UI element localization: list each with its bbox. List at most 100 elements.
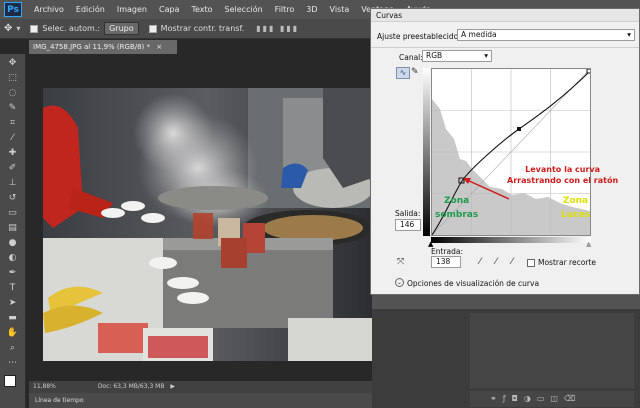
healing-icon[interactable]: ✚ [6, 147, 20, 159]
hand-icon[interactable]: ✋ [6, 327, 20, 339]
link-icon[interactable]: ⚭ [490, 394, 503, 403]
pen-icon[interactable]: ✒ [6, 267, 20, 279]
menu-imagen[interactable]: Imagen [111, 5, 153, 14]
menu-vista[interactable]: Vista [324, 5, 356, 14]
menu-filtro[interactable]: Filtro [269, 5, 301, 14]
blur-icon[interactable]: ● [6, 237, 20, 249]
expand-options-icon[interactable]: ⌄ [395, 278, 404, 287]
white-eyedropper-icon[interactable]: ⁄ [507, 257, 517, 269]
preset-label: Ajuste preestablecido: [377, 32, 461, 41]
photoshop-logo: Ps [4, 2, 22, 17]
auto-select-checkbox[interactable] [30, 24, 39, 33]
lights-zone-label: Zona Luces [561, 194, 590, 222]
gray-eyedropper-icon[interactable]: ⁄ [491, 257, 501, 269]
align-icons[interactable]: ▮▮▮ ▮▮▮ [256, 24, 299, 33]
input-label: Entrada: [431, 247, 463, 256]
display-options-label[interactable]: Opciones de visualización de curva [407, 279, 539, 288]
timeline-panel-tab[interactable]: Línea de tiempo [29, 393, 372, 408]
show-transform-label: Mostrar contr. transf. [160, 24, 245, 33]
crop-icon[interactable]: ⌗ [6, 117, 20, 129]
dodge-icon[interactable]: ◐ [6, 252, 20, 264]
marquee-icon[interactable]: ⬚ [6, 72, 20, 84]
fx-icon[interactable]: ƒ [503, 394, 512, 403]
zoom-icon[interactable]: ⌕ [6, 342, 20, 354]
path-select-icon[interactable]: ➤ [6, 297, 20, 309]
pencil-tool-icon[interactable]: ✎ [411, 67, 421, 79]
panel-bottom-bar: ⚭ƒ◘◑▭◫⌫ [470, 391, 634, 407]
menu-archivo[interactable]: Archivo [28, 5, 70, 14]
menu-3d[interactable]: 3D [300, 5, 323, 14]
channel-label: Canal: [399, 53, 423, 62]
zoom-level[interactable]: 11,88% [33, 383, 56, 390]
auto-select-group-select[interactable]: Grupo [104, 22, 139, 35]
menu-edicion[interactable]: Edición [70, 5, 111, 14]
menu-capa[interactable]: Capa [153, 5, 185, 14]
quick-select-icon[interactable]: ✎ [6, 102, 20, 114]
eyedropper-icon[interactable]: ⁄ [6, 132, 20, 144]
new-layer-icon[interactable]: ◫ [550, 394, 564, 403]
menu-seleccion[interactable]: Selección [219, 5, 269, 14]
adjust-icon[interactable]: ◑ [524, 394, 537, 403]
options-bar: ✥ ▾ Selec. autom.: Grupo Mostrar contr. … [0, 19, 372, 39]
crepe-stand-photo [43, 88, 372, 361]
shape-icon[interactable]: ▬ [6, 312, 20, 324]
lights-line-1: Zona [562, 196, 589, 206]
preset-select[interactable]: A medida ▾ [457, 29, 635, 41]
shadows-zone-label: Zona sombras [435, 194, 478, 222]
panel-header [372, 295, 640, 309]
layers-list [470, 313, 634, 388]
show-clipping-label: Mostrar recorte [538, 258, 596, 267]
extra-tools-icon[interactable]: ⋯ [6, 357, 20, 369]
trash-icon[interactable]: ⌫ [564, 394, 581, 403]
toolbox: ✥ ⬚ ◌ ✎ ⌗ ⁄ ✚ ✐ ⊥ ↺ ▭ ▤ ● ◐ ✒ T ➤ ▬ ✋ ⌕ … [0, 54, 26, 408]
on-image-adjust-icon[interactable]: ⤧ [397, 257, 404, 267]
show-transform-checkbox[interactable] [148, 24, 157, 33]
menu-texto[interactable]: Texto [185, 5, 218, 14]
lasso-icon[interactable]: ◌ [6, 87, 20, 99]
move-tool-icon[interactable]: ✥ [4, 23, 12, 34]
input-gradient-bar [431, 237, 591, 243]
move-tool-icon[interactable]: ✥ [6, 57, 20, 69]
output-label: Salida: [395, 209, 421, 218]
chevron-down-icon: ▾ [627, 30, 631, 39]
channel-value: RGB [426, 51, 443, 60]
gradient-icon[interactable]: ▤ [6, 222, 20, 234]
shadows-line-2: sombras [435, 210, 479, 220]
document-image[interactable] [43, 88, 372, 361]
shadows-line-1: Zona [444, 196, 470, 206]
black-eyedropper-icon[interactable]: ⁄ [475, 257, 485, 269]
show-clipping-checkbox[interactable] [527, 259, 535, 267]
auto-select-label: Selec. autom.: [42, 24, 101, 33]
lights-line-2: Luces [561, 210, 590, 220]
brush-icon[interactable]: ✐ [6, 162, 20, 174]
close-tab-icon[interactable]: × [156, 43, 162, 51]
curve-note-line-1: Levanto la curva [525, 165, 600, 174]
output-gradient-bar [423, 68, 430, 236]
document-tab-title: IMG_4758.JPG al 11,9% (RGB/8) * [33, 43, 151, 51]
curve-point-tool-icon[interactable]: ∿ [396, 67, 410, 79]
type-icon[interactable]: T [6, 282, 20, 294]
chevron-down-icon: ▾ [484, 51, 488, 60]
status-arrow-icon[interactable]: ▶ [170, 383, 175, 390]
tool-preset-arrow-icon[interactable]: ▾ [16, 24, 20, 33]
mask-icon[interactable]: ◘ [512, 394, 524, 403]
input-field[interactable]: 138 [431, 256, 461, 268]
folder-icon[interactable]: ▭ [537, 394, 551, 403]
eraser-icon[interactable]: ▭ [6, 207, 20, 219]
document-info: Doc: 63,3 MB/63,3 MB [97, 383, 165, 390]
preset-value: A medida [461, 30, 497, 39]
history-brush-icon[interactable]: ↺ [6, 192, 20, 204]
document-tab[interactable]: IMG_4758.JPG al 11,9% (RGB/8) * × [29, 40, 177, 54]
output-field[interactable]: 146 [395, 219, 421, 231]
stamp-icon[interactable]: ⊥ [6, 177, 20, 189]
channel-select[interactable]: RGB ▾ [422, 50, 492, 62]
color-swatches[interactable] [2, 373, 24, 393]
right-panel-dock: ⚭ƒ◘◑▭◫⌫ [372, 295, 640, 408]
curves-dialog: Curvas Ajuste preestablecido: A medida ▾… [370, 8, 640, 295]
divider [371, 47, 639, 48]
dialog-title: Curvas [371, 9, 639, 22]
curve-note-line-2: Arrastrando con el ratón [507, 176, 619, 185]
white-point-slider-icon[interactable]: ▲ [586, 240, 591, 248]
curve-annotation: Levanto la curva Arrastrando con el rató… [507, 164, 618, 186]
status-bar: 11,88% Doc: 63,3 MB/63,3 MB ▶ [29, 381, 372, 393]
